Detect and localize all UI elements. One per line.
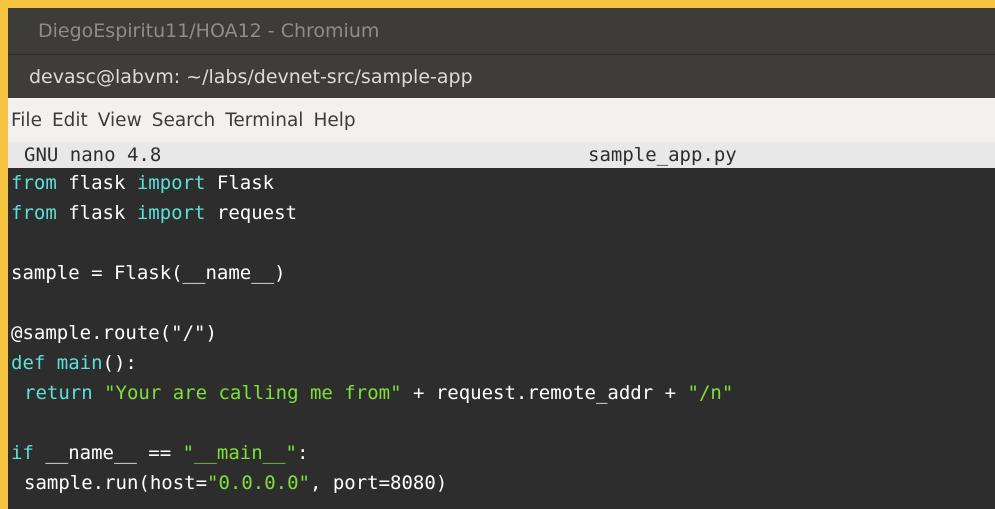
menu-item-terminal[interactable]: Terminal <box>225 110 303 131</box>
code-line: sample = Flask(__name__) <box>11 262 286 284</box>
browser-title: DiegoEspiritu11/HOA12 - Chromium <box>38 20 380 42</box>
menu-item-file[interactable]: File <box>11 110 42 131</box>
nano-version: GNU nano 4.8 <box>24 144 162 166</box>
menu-item-edit[interactable]: Edit <box>52 110 88 131</box>
code-line: from flask import Flask <box>11 172 275 194</box>
menu-bar: File Edit View Search Terminal Help <box>8 98 995 142</box>
menu-item-help[interactable]: Help <box>313 110 355 131</box>
code-line: from flask import request <box>11 202 297 224</box>
menu-item-search[interactable]: Search <box>152 110 216 131</box>
window-title: devasc@labvm: ~/labs/devnet-src/sample-a… <box>29 65 473 88</box>
nano-filename: sample_app.py <box>588 144 737 166</box>
nano-header: GNU nano 4.8 sample_app.py <box>8 142 995 168</box>
browser-titlebar: DiegoEspiritu11/HOA12 - Chromium <box>8 8 995 54</box>
code-line: def main(): <box>11 352 137 374</box>
code-line: if __name__ == "__main__": <box>11 442 309 464</box>
terminal-titlebar: devasc@labvm: ~/labs/devnet-src/sample-a… <box>8 54 995 98</box>
code-editor[interactable]: from flask import Flask from flask impor… <box>8 168 995 498</box>
menu-item-view[interactable]: View <box>98 110 142 131</box>
screenshot-frame: DiegoEspiritu11/HOA12 - Chromium devasc@… <box>8 8 995 509</box>
code-line: sample.run(host="0.0.0.0", port=8080) <box>24 472 448 494</box>
code-line: return "Your are calling me from" + requ… <box>24 382 734 404</box>
terminal-area[interactable]: GNU nano 4.8 sample_app.py from flask im… <box>8 142 995 509</box>
code-line: @sample.route("/") <box>11 322 217 344</box>
